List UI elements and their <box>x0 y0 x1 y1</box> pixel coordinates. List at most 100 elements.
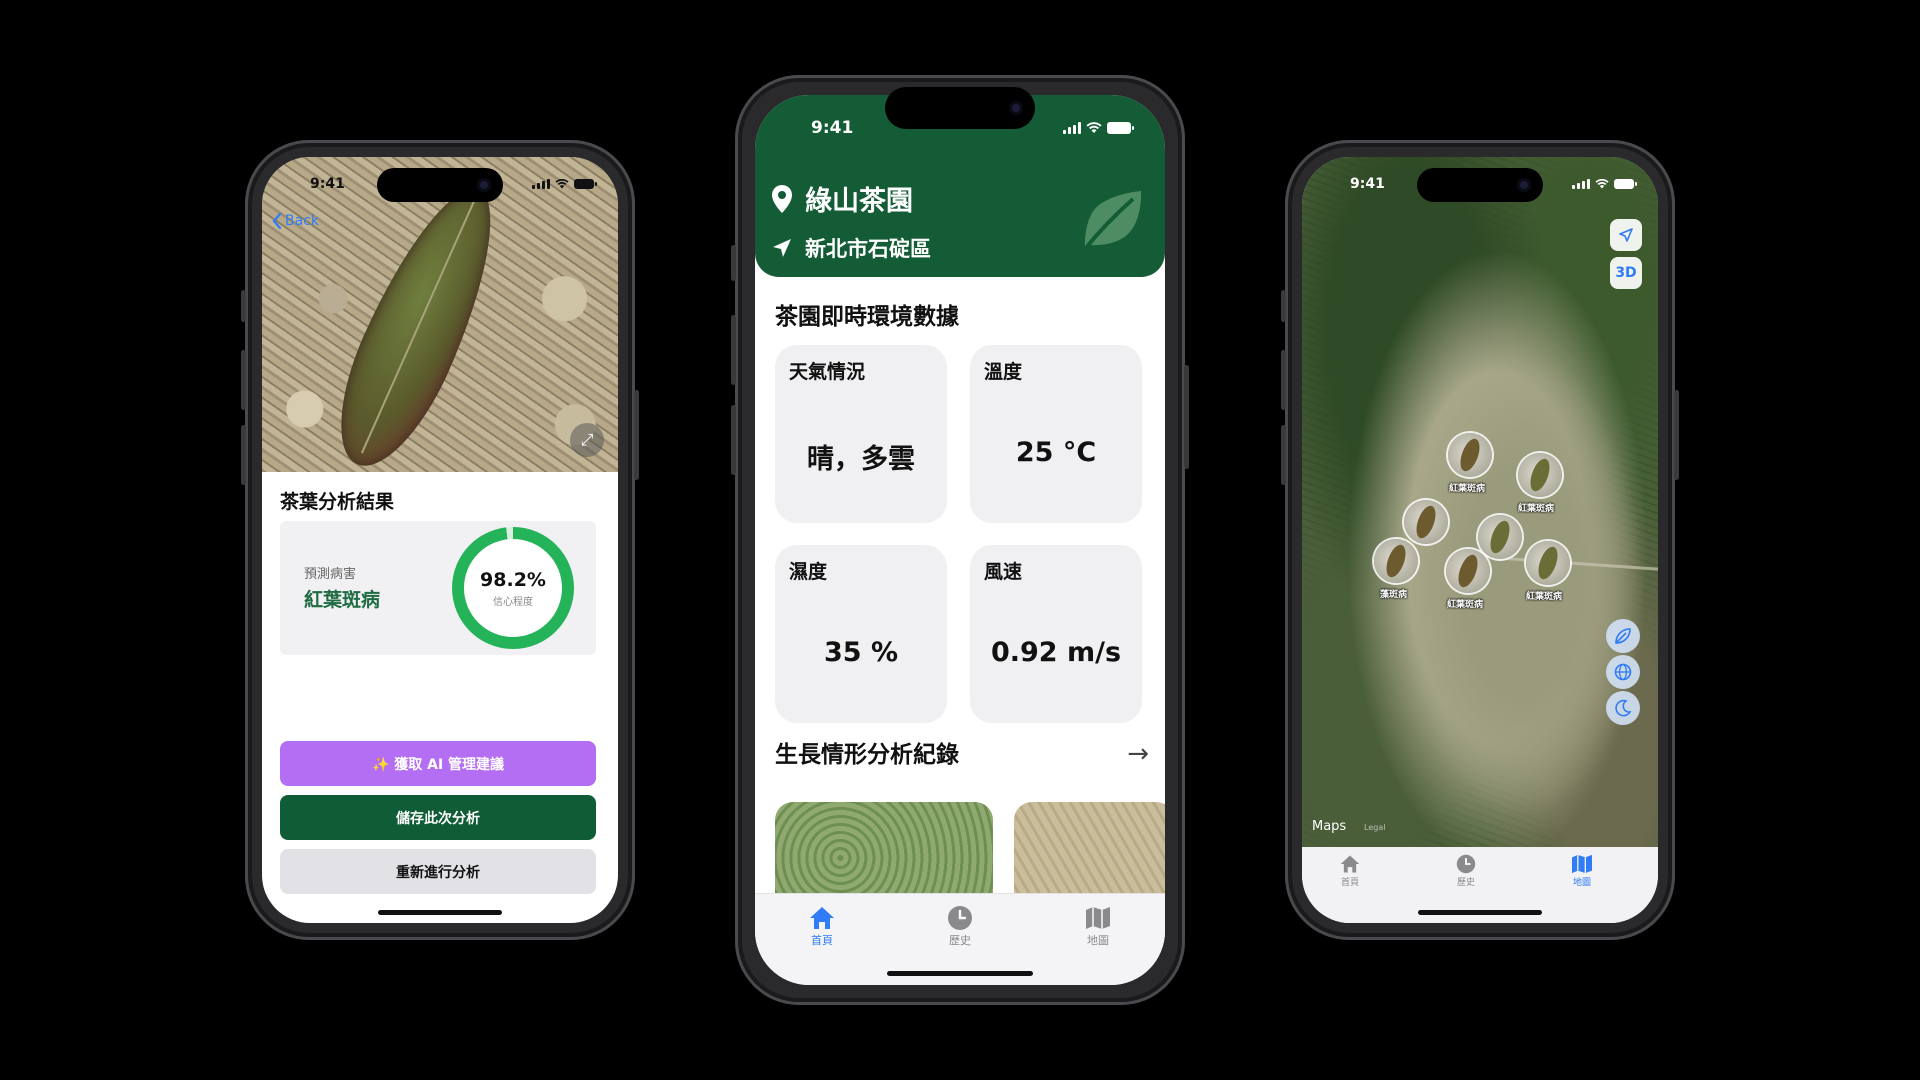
leaf-icon <box>1615 628 1631 644</box>
location-name: 新北市石碇區 <box>805 237 931 261</box>
temperature-card: 溫度 25 °C <box>970 345 1142 523</box>
pin-label: 紅葉斑病 <box>1526 592 1563 602</box>
home-phone: 9:41 綠山茶園 新北市石碇區 茶園即時環境數據 天氣情況 晴，多雲 溫度 2… <box>731 75 1189 1005</box>
navigation-arrow-icon <box>773 239 791 257</box>
pin-label: 紅葉斑病 <box>1518 504 1555 514</box>
disease-pin[interactable] <box>1446 549 1490 593</box>
house-icon <box>810 907 834 929</box>
dynamic-island <box>1417 168 1543 202</box>
tab-home[interactable]: 首頁 <box>777 904 867 948</box>
volume-up-button <box>241 350 246 410</box>
analysis-phone: 9:41 Back ⤢ 茶葉分析結果 預測病害 紅葉斑病 98.2% 信心程度 <box>241 140 639 940</box>
tab-label: 首頁 <box>1340 878 1359 888</box>
leaf-photo <box>262 157 618 483</box>
garden-title: 綠山茶園 <box>771 179 913 218</box>
card-value: 25 °C <box>1015 437 1097 468</box>
maps-brand: Maps <box>1312 819 1347 834</box>
back-label: Back <box>285 213 319 229</box>
weather-card: 天氣情況 晴，多雲 <box>775 345 947 523</box>
location-pin-icon <box>772 184 792 213</box>
arrow-right-icon[interactable]: → <box>1127 739 1149 769</box>
signal-icon <box>1063 122 1081 134</box>
volume-up-button <box>731 315 736 385</box>
back-button[interactable]: Back <box>272 213 319 229</box>
env-title: 茶園即時環境數據 <box>775 304 959 330</box>
locate-button[interactable] <box>1610 219 1642 251</box>
tab-label: 首頁 <box>811 934 833 947</box>
map-screen: 紅葉斑病 紅葉斑病 藻斑病 紅葉斑病 紅葉斑病 3D Maps Legal 9:… <box>1302 157 1658 923</box>
confidence-ring: 98.2% 信心程度 <box>452 527 574 649</box>
volume-down-button <box>241 425 246 485</box>
globe-button[interactable] <box>1606 655 1640 689</box>
tab-map[interactable]: 地圖 <box>1053 904 1143 948</box>
power-button <box>1184 365 1189 469</box>
globe-icon <box>1614 663 1632 681</box>
clock-icon <box>1456 854 1476 874</box>
status-icons <box>1063 122 1134 134</box>
confidence-value: 98.2% <box>480 568 546 591</box>
disease-name: 紅葉斑病 <box>304 589 381 611</box>
maps-logo: Maps <box>1312 819 1346 834</box>
volume-up-button <box>1281 350 1286 410</box>
location-arrow-icon <box>1619 228 1633 242</box>
wifi-icon <box>1595 179 1609 189</box>
volume-down-button <box>731 405 736 475</box>
growth-title: 生長情形分析紀錄 <box>775 742 959 768</box>
location: 新北市石碇區 <box>771 233 931 263</box>
expand-icon: ⤢ <box>580 430 594 449</box>
card-title: 溫度 <box>984 361 1023 383</box>
home-indicator <box>887 971 1033 976</box>
card-title: 風速 <box>984 561 1023 583</box>
legal-link[interactable]: Legal <box>1364 823 1385 832</box>
3d-button[interactable]: 3D <box>1610 257 1642 289</box>
page-title: 茶葉分析結果 <box>280 491 395 513</box>
map-road <box>1492 556 1658 571</box>
mute-switch <box>241 290 246 322</box>
tab-home[interactable]: 首頁 <box>1320 853 1380 888</box>
leaf-image <box>314 171 522 483</box>
tab-history[interactable]: 歷史 <box>915 904 1005 948</box>
redo-analysis-button[interactable]: 重新進行分析 <box>280 849 596 894</box>
tab-label: 地圖 <box>1087 934 1109 947</box>
card-value: 晴，多雲 <box>807 444 915 475</box>
save-analysis-button[interactable]: 儲存此次分析 <box>280 795 596 840</box>
map-phone: 紅葉斑病 紅葉斑病 藻斑病 紅葉斑病 紅葉斑病 3D Maps Legal 9:… <box>1281 140 1679 940</box>
pin-label: 紅葉斑病 <box>1449 484 1486 494</box>
disease-pin[interactable] <box>1404 500 1448 544</box>
ai-advice-button[interactable]: ✨ 獲取 AI 管理建議 <box>280 741 596 786</box>
disease-pin[interactable] <box>1448 433 1492 477</box>
predicted-label: 預測病害 <box>304 567 357 582</box>
pin-label: 紅葉斑病 <box>1447 600 1484 610</box>
expand-button[interactable]: ⤢ <box>570 423 604 457</box>
mute-switch <box>1281 290 1286 322</box>
status-icons <box>532 179 597 189</box>
clock-icon <box>948 906 972 930</box>
tab-map[interactable]: 地圖 <box>1552 853 1612 888</box>
status-time: 9:41 <box>1350 176 1385 192</box>
tab-label: 歷史 <box>949 934 971 947</box>
card-value: 0.92 m/s <box>990 637 1122 668</box>
tab-label: 歷史 <box>1456 878 1475 888</box>
card-title: 濕度 <box>789 561 828 583</box>
tab-history[interactable]: 歷史 <box>1436 853 1496 888</box>
disease-pin[interactable] <box>1478 515 1522 559</box>
power-button <box>1674 390 1679 480</box>
leaf-filter-button[interactable] <box>1606 619 1640 653</box>
garden-name: 綠山茶園 <box>805 186 913 217</box>
tab-label: 地圖 <box>1572 878 1591 888</box>
disease-pin[interactable] <box>1526 541 1570 585</box>
map-icon <box>1086 907 1110 929</box>
satellite-map[interactable]: 紅葉斑病 紅葉斑病 藻斑病 紅葉斑病 紅葉斑病 3D Maps Legal <box>1302 157 1658 847</box>
home-indicator <box>378 910 502 915</box>
disease-pin[interactable] <box>1374 539 1418 583</box>
disease-pin[interactable] <box>1518 453 1562 497</box>
power-button <box>634 390 639 480</box>
dynamic-island <box>885 87 1035 129</box>
card-value: 35 % <box>823 637 899 668</box>
status-icons <box>1572 179 1637 189</box>
result-card: 預測病害 紅葉斑病 98.2% 信心程度 <box>280 521 596 655</box>
dark-mode-button[interactable] <box>1606 691 1640 725</box>
status-time: 9:41 <box>310 176 345 192</box>
volume-down-button <box>1281 425 1286 485</box>
mute-switch <box>731 245 736 281</box>
